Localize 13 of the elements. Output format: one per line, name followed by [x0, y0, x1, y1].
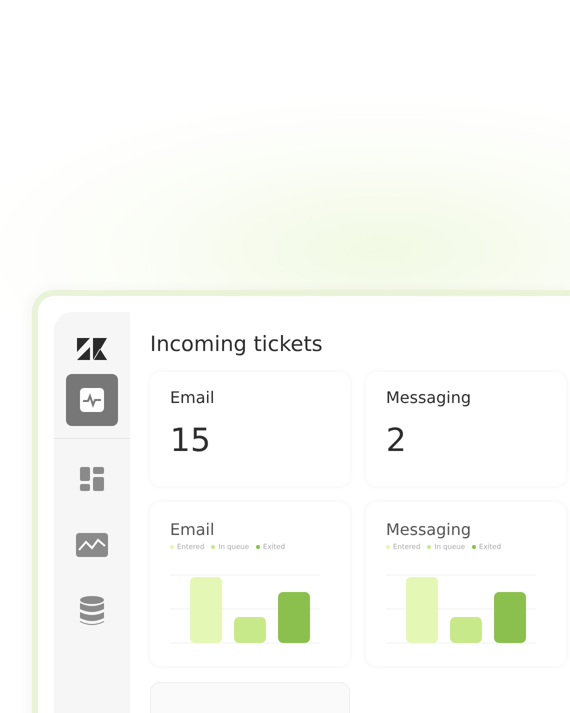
- dashboard-icon: [79, 466, 105, 492]
- stat-value: 15: [170, 421, 212, 459]
- pulse-icon: [79, 387, 105, 413]
- line-chart-icon: [75, 532, 109, 558]
- database-icon: [79, 595, 105, 627]
- stat-value: 2: [386, 421, 408, 459]
- logo-icon: [77, 338, 107, 360]
- page-title: Incoming tickets: [150, 332, 324, 356]
- chart-title: Email: [170, 520, 216, 539]
- sidebar-item[interactable]: [66, 374, 118, 426]
- chart-title: Messaging: [386, 520, 472, 539]
- stat-label: Messaging: [386, 388, 472, 407]
- stat-label: Email: [170, 388, 216, 407]
